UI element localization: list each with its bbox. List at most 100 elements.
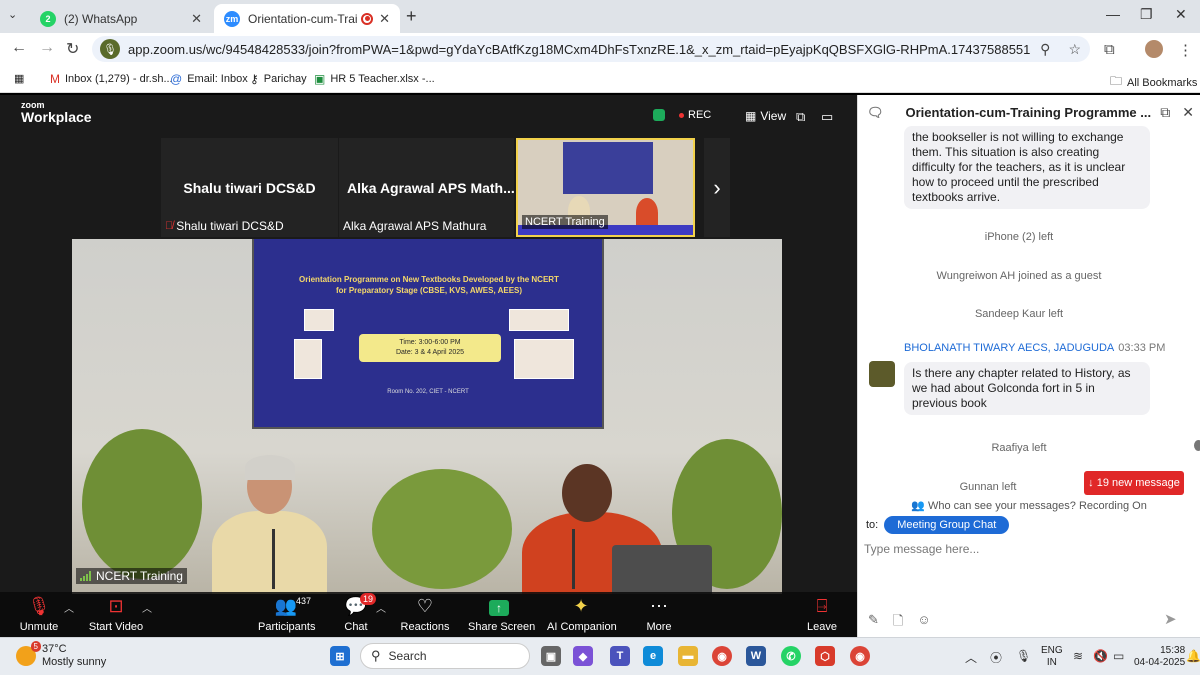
folder-icon: 🗀 — [1110, 74, 1123, 88]
active-speaker-thumbnail[interactable]: NCERT Training — [516, 138, 695, 237]
audio-options-caret-icon[interactable]: ︿ — [64, 600, 74, 615]
chat-message-bubble[interactable]: Is there any chapter related to History,… — [904, 362, 1150, 415]
message-visibility-info[interactable]: 👥 Who can see your messages? Recording O… — [858, 499, 1200, 512]
notification-bell-icon[interactable]: 🔔 — [1186, 649, 1200, 663]
more-button[interactable]: ⋯ More — [640, 594, 678, 633]
participant-tile[interactable]: Shalu tiwari DCS&D 🎙̸ Shalu tiwari DCS&D — [161, 138, 338, 237]
file-explorer-icon[interactable]: ▬ — [678, 646, 698, 666]
zoom-page-icon[interactable]: ⚲ — [1040, 41, 1050, 58]
rec-indicator[interactable]: REC — [679, 109, 711, 121]
chat-message-bubble[interactable]: the bookseller is not willing to exchang… — [904, 126, 1150, 209]
site-mic-icon[interactable]: 🎙 — [100, 39, 120, 59]
bookmark-parichay[interactable]: ⚷ Parichay — [250, 72, 307, 86]
bookmark-email[interactable]: @ Email: Inbox — [170, 72, 248, 86]
windows-start-icon[interactable]: ⊞ — [330, 646, 350, 666]
popout-icon[interactable]: ⧉ — [1160, 104, 1170, 121]
next-page-chevron-icon[interactable]: › — [704, 138, 730, 237]
bookmark-gmail[interactable]: M Inbox (1,279) - dr.sh... — [50, 72, 173, 86]
muted-mic-icon: 🎙 — [27, 596, 51, 616]
close-tab-icon[interactable]: ✕ — [379, 11, 390, 27]
chrome-active-icon[interactable]: ◉ — [850, 646, 870, 666]
view-button[interactable]: ▦ View — [745, 109, 786, 123]
close-tab-icon[interactable]: ✕ — [191, 11, 202, 27]
bookmark-hr-sheet[interactable]: ▣ HR 5 Teacher.xlsx -... — [314, 72, 435, 86]
slide-title: Orientation Programme on New Textbooks D… — [299, 275, 559, 295]
participant-name: Alka Agrawal APS Math... — [347, 180, 514, 196]
participant-tile[interactable]: Alka Agrawal APS Math... Alka Agrawal AP… — [339, 138, 514, 237]
microphone-tray-icon[interactable]: 🎙 — [1016, 649, 1031, 663]
sun-icon: 5 — [16, 641, 41, 666]
task-view-icon[interactable]: ▣ — [541, 646, 561, 666]
reload-icon[interactable]: ↻ — [66, 39, 79, 59]
url-text[interactable]: app.zoom.us/wc/94548428533/join?fromPWA=… — [128, 42, 1031, 57]
omnibox[interactable]: 🎙 app.zoom.us/wc/94548428533/join?fromPW… — [92, 36, 1090, 62]
chrome-icon[interactable]: ◉ — [712, 646, 732, 666]
bookmark-star-icon[interactable]: ☆ — [1068, 41, 1081, 58]
restore-icon[interactable]: ❐ — [1140, 6, 1153, 23]
copilot-icon[interactable]: ◆ — [573, 646, 593, 666]
recipient-row: to: Meeting Group Chat — [866, 516, 1010, 534]
slide-room: Room No. 202, CIET - NCERT — [387, 389, 469, 395]
system-event: Raafiya left — [991, 442, 1047, 454]
all-bookmarks[interactable]: 🗀 All Bookmarks — [1110, 72, 1197, 93]
wifi-icon[interactable]: ≋ — [1073, 649, 1083, 663]
share-screen-button[interactable]: ↑ Share Screen — [468, 594, 535, 633]
unmute-button[interactable]: 🎙 Unmute — [18, 594, 60, 633]
tab-search-chevron-icon[interactable]: ⌄ — [8, 8, 17, 21]
slide-date: Date: 3 & 4 April 2025 — [395, 348, 465, 356]
ai-companion-button[interactable]: ✦ AI Companion — [547, 594, 617, 633]
close-chat-icon[interactable]: ✕ — [1182, 104, 1194, 121]
tray-overflow-icon[interactable]: ︿ — [965, 649, 977, 666]
whatsapp-taskbar-icon[interactable]: ✆ — [781, 646, 801, 666]
layout-toggle-icon[interactable]: ⧉ — [796, 109, 805, 125]
tab-whatsapp[interactable]: 2 (2) WhatsApp ✕ — [30, 4, 212, 33]
tab-zoom-meeting[interactable]: zm Orientation-cum-Training P ✕ — [214, 4, 400, 33]
new-tab-button[interactable]: + — [406, 6, 417, 27]
speaker-muted-icon[interactable]: 🔇 — [1093, 649, 1108, 663]
menu-icon[interactable]: ⋮ — [1178, 41, 1193, 59]
close-window-icon[interactable]: ✕ — [1175, 6, 1187, 23]
chat-scrollbar[interactable] — [1194, 440, 1200, 451]
send-icon[interactable]: ➤ — [1164, 610, 1177, 628]
start-video-button[interactable]: ⊡ Start Video — [88, 594, 144, 633]
minimize-icon[interactable]: — — [1106, 6, 1120, 22]
language-code: ENG — [1041, 645, 1063, 656]
main-video[interactable]: Orientation Programme on New Textbooks D… — [72, 239, 782, 594]
minimize-video-icon[interactable]: ▭ — [821, 109, 833, 125]
taskbar-search[interactable]: ⚲ Search — [360, 643, 530, 669]
weather-widget[interactable]: 5 37°C Mostly sunny — [16, 641, 107, 669]
recipient-dropdown[interactable]: Meeting Group Chat — [884, 516, 1010, 534]
emoji-icon[interactable]: ☺ — [917, 612, 930, 634]
network-status-icon[interactable]: ⦿ — [990, 649, 1002, 666]
battery-icon[interactable]: ▭ — [1113, 649, 1124, 663]
video-label-text: NCERT Training — [96, 569, 183, 583]
bookmark-label: Inbox (1,279) - dr.sh... — [65, 73, 173, 85]
teams-icon[interactable]: T — [610, 646, 630, 666]
encryption-shield-icon[interactable] — [653, 109, 665, 121]
edge-icon[interactable]: e — [643, 646, 663, 666]
video-options-caret-icon[interactable]: ︿ — [142, 600, 152, 615]
new-messages-button[interactable]: ↓ 19 new message — [1084, 471, 1184, 495]
weather-condition: Mostly sunny — [42, 656, 107, 668]
word-icon[interactable]: W — [746, 646, 766, 666]
file-attach-icon[interactable]: 🗋 — [893, 612, 903, 634]
office-icon[interactable]: ⬡ — [815, 646, 835, 666]
participant-label: Shalu tiwari DCS&D — [176, 219, 284, 233]
chat-options-caret-icon[interactable]: ︿ — [376, 600, 386, 615]
participant-label: NCERT Training — [522, 215, 608, 229]
participants-button[interactable]: 👥 437 Participants — [258, 594, 315, 633]
language-indicator[interactable]: ENG IN — [1041, 645, 1063, 669]
extensions-icon[interactable]: ⧉ — [1104, 41, 1115, 58]
apps-grid-icon[interactable]: ▦ — [14, 72, 24, 85]
chat-button[interactable]: 💬 19 Chat — [340, 593, 377, 633]
reactions-button[interactable]: ♡ Reactions — [400, 594, 450, 633]
chat-unread-badge: 19 — [360, 593, 377, 605]
forward-icon[interactable]: → — [39, 39, 55, 57]
back-icon[interactable]: ← — [11, 39, 27, 57]
profile-avatar[interactable] — [1145, 40, 1163, 58]
button-label: Chat — [344, 621, 368, 633]
leave-button[interactable]: ⍈ Leave — [806, 594, 838, 633]
taskbar-clock[interactable]: 15:38 04-04-2025 — [1134, 645, 1185, 669]
format-text-icon[interactable]: ✎ — [868, 612, 879, 634]
chat-message-input[interactable] — [864, 538, 1184, 560]
